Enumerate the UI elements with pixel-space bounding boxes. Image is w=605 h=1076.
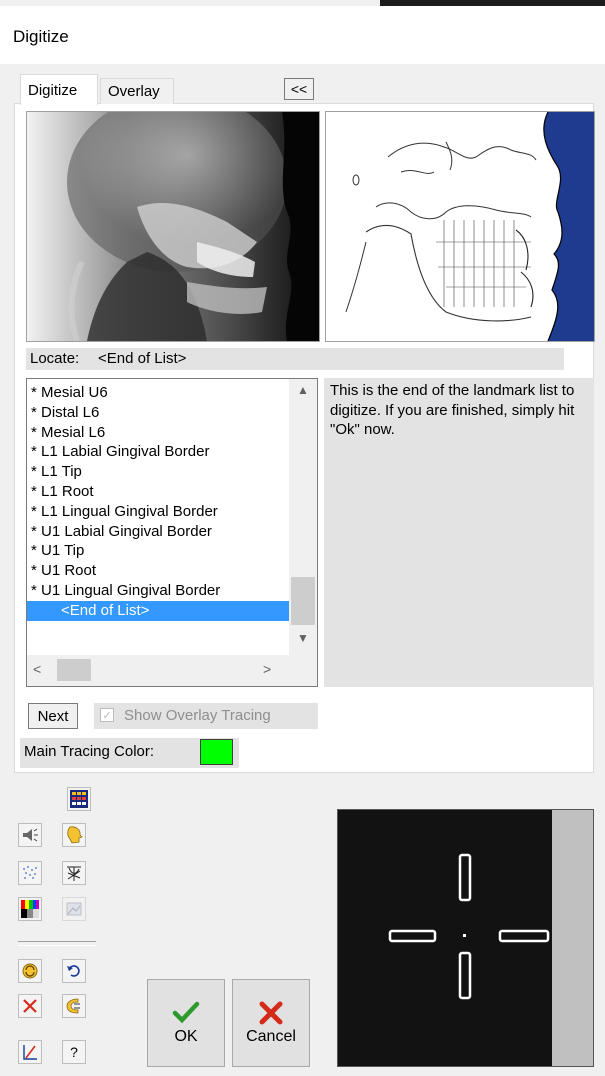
- landmark-list[interactable]: * Mesial U6 * Distal L6 * Mesial L6 * L1…: [26, 378, 318, 687]
- collapse-button[interactable]: <<: [284, 78, 314, 100]
- cancel-label: Cancel: [246, 1028, 296, 1045]
- vertical-scroll-thumb[interactable]: [291, 577, 315, 625]
- tracing-overlay-image[interactable]: [325, 111, 595, 342]
- dots-icon[interactable]: [18, 861, 42, 885]
- list-item[interactable]: * U1 Root: [27, 561, 289, 581]
- ok-button[interactable]: OK: [147, 979, 225, 1067]
- tab-overlay[interactable]: Overlay: [100, 78, 174, 104]
- refresh-icon[interactable]: [18, 959, 42, 983]
- landmark-list-items: * Mesial U6 * Distal L6 * Mesial L6 * L1…: [27, 383, 289, 621]
- list-item[interactable]: * U1 Labial Gingival Border: [27, 522, 289, 542]
- main-tracing-color-swatch[interactable]: [200, 739, 233, 765]
- list-item[interactable]: * L1 Root: [27, 482, 289, 502]
- crosshair-preview: [337, 809, 594, 1067]
- list-item[interactable]: * U1 Lingual Gingival Border: [27, 581, 289, 601]
- horizontal-scroll-thumb[interactable]: [57, 659, 91, 681]
- scroll-down-icon[interactable]: ▼: [289, 631, 317, 651]
- sound-icon[interactable]: [18, 823, 42, 847]
- scroll-right-icon[interactable]: >: [263, 661, 271, 677]
- check-icon: [172, 1001, 200, 1024]
- tracing-icon[interactable]: [62, 861, 86, 885]
- undo-icon[interactable]: [62, 959, 86, 983]
- main-tracing-color-label: Main Tracing Color:: [24, 743, 155, 760]
- list-item[interactable]: * L1 Labial Gingival Border: [27, 442, 289, 462]
- next-button[interactable]: Next: [28, 703, 78, 729]
- image-adjust-icon[interactable]: [62, 897, 86, 921]
- list-item[interactable]: * Mesial L6: [27, 423, 289, 443]
- cancel-button[interactable]: Cancel: [232, 979, 310, 1067]
- show-overlay-tracing-label: Show Overlay Tracing: [124, 707, 271, 724]
- window-title: Digitize: [13, 27, 69, 46]
- list-item[interactable]: * L1 Lingual Gingival Border: [27, 502, 289, 522]
- locate-value: <End of List>: [98, 350, 187, 367]
- list-item[interactable]: * Mesial U6: [27, 383, 289, 403]
- list-item-selected[interactable]: <End of List>: [27, 600, 289, 621]
- scroll-up-icon[interactable]: ▲: [289, 383, 317, 403]
- tab-digitize[interactable]: Digitize: [20, 74, 98, 105]
- list-item[interactable]: * L1 Tip: [27, 462, 289, 482]
- help-label: ?: [70, 1044, 78, 1060]
- cancel-x-icon: [259, 1001, 283, 1025]
- horizontal-scrollbar[interactable]: < >: [27, 655, 289, 686]
- scroll-left-icon[interactable]: <: [33, 661, 41, 677]
- locate-label: Locate:: [30, 350, 80, 367]
- toolbar-separator: [18, 941, 96, 946]
- cephalometric-xray-image[interactable]: [26, 111, 320, 342]
- list-item[interactable]: * Distal L6: [27, 403, 289, 423]
- ok-label: OK: [174, 1028, 198, 1045]
- grid-icon[interactable]: [67, 787, 91, 811]
- scroll-corner: [289, 655, 317, 686]
- info-text: This is the end of the landmark list to …: [330, 382, 575, 438]
- face-profile-icon[interactable]: [62, 823, 86, 847]
- delete-icon[interactable]: [18, 994, 42, 1018]
- caliper-icon[interactable]: [62, 994, 86, 1018]
- list-item[interactable]: * U1 Tip: [27, 541, 289, 561]
- measure-icon[interactable]: [18, 1040, 42, 1064]
- show-overlay-tracing-checkbox[interactable]: ✓: [100, 708, 114, 722]
- title-bar: [0, 6, 605, 64]
- vertical-scrollbar[interactable]: ▲ ▼: [289, 379, 317, 655]
- color-palette-icon[interactable]: [18, 897, 42, 921]
- help-icon[interactable]: ?: [62, 1040, 86, 1064]
